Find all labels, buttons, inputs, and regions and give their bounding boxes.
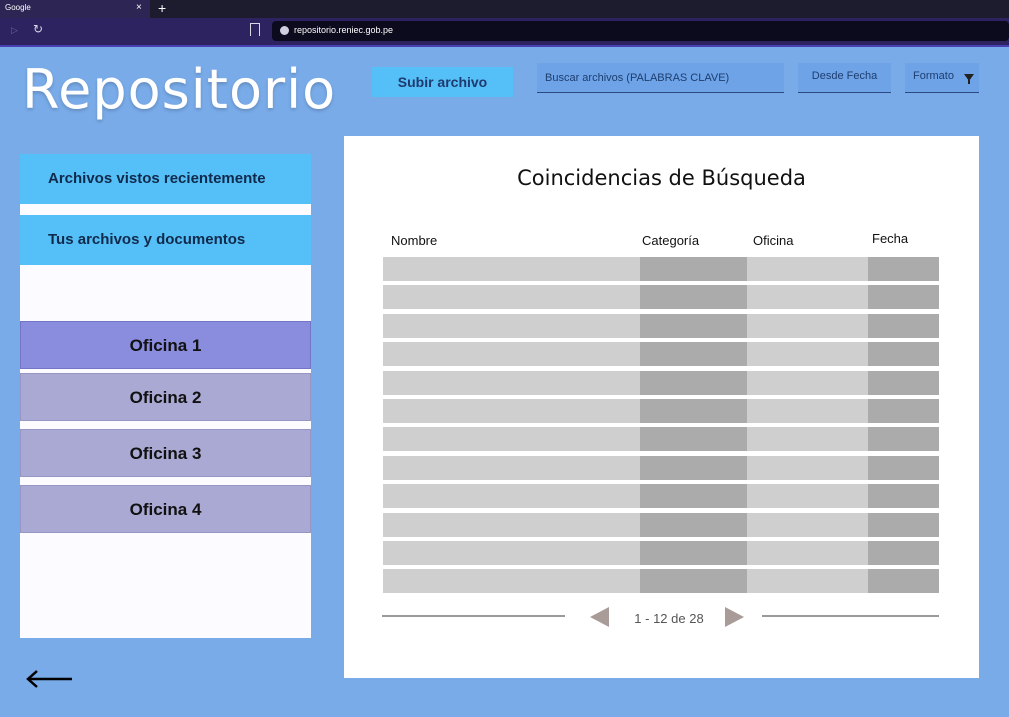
sidebar-item-office-2[interactable]: Oficina 2 [20, 373, 311, 421]
cell-date [868, 342, 939, 367]
cell-office [747, 427, 868, 452]
sidebar-item-my-files[interactable]: Tus archivos y documentos [20, 215, 311, 265]
cell-date [868, 484, 939, 509]
sidebar-item-office-3[interactable]: Oficina 3 [20, 429, 311, 477]
cell-category [640, 285, 747, 310]
browser-toolbar: ▷ ↻ repositorio.reniec.gob.pe [0, 18, 1009, 45]
format-label: Formato [913, 70, 954, 82]
search-input[interactable] [537, 63, 784, 93]
format-select[interactable]: Formato [905, 63, 979, 93]
table-row[interactable] [383, 541, 939, 565]
column-header-category[interactable]: Categoría [642, 233, 699, 248]
cell-date [868, 313, 939, 338]
cell-office [747, 484, 868, 509]
cell-date [868, 455, 939, 480]
pager-divider-left [382, 615, 565, 617]
table-row[interactable] [383, 455, 939, 480]
browser-tab-bar: Google × + [0, 0, 1009, 18]
cell-office [747, 569, 868, 594]
table-row[interactable] [383, 484, 939, 509]
sidebar-item-office-1[interactable]: Oficina 1 [20, 321, 311, 369]
cell-category [640, 541, 747, 565]
app-logo: Repositorio [22, 58, 337, 121]
table-row[interactable] [383, 512, 939, 537]
cell-date [868, 541, 939, 565]
cell-category [640, 455, 747, 480]
cell-name [383, 313, 640, 338]
cell-name [383, 512, 640, 537]
column-header-name[interactable]: Nombre [391, 233, 437, 248]
cell-date [868, 427, 939, 452]
next-page-icon[interactable] [725, 607, 744, 627]
cell-name [383, 427, 640, 452]
cell-name [383, 342, 640, 367]
results-title: Coincidencias de Búsqueda [517, 166, 806, 190]
previous-page-icon[interactable] [590, 607, 609, 627]
cell-category [640, 569, 747, 594]
table-row[interactable] [383, 399, 939, 423]
bookmark-icon[interactable] [250, 23, 260, 36]
cell-date [868, 370, 939, 395]
column-header-office[interactable]: Oficina [753, 233, 793, 248]
table-row[interactable] [383, 370, 939, 395]
cell-office [747, 541, 868, 565]
column-header-date[interactable]: Fecha [872, 231, 908, 246]
new-tab-icon[interactable]: + [158, 0, 166, 16]
cell-category [640, 257, 747, 281]
cell-name [383, 257, 640, 281]
pagination-text: 1 - 12 de 28 [634, 611, 704, 626]
cell-date [868, 569, 939, 594]
table-row[interactable] [383, 569, 939, 594]
cell-date [868, 399, 939, 423]
reload-icon[interactable]: ↻ [33, 22, 43, 36]
cell-office [747, 313, 868, 338]
cell-category [640, 399, 747, 423]
cell-date [868, 257, 939, 281]
cell-name [383, 455, 640, 480]
cell-category [640, 313, 747, 338]
cell-office [747, 257, 868, 281]
cell-category [640, 484, 747, 509]
cell-category [640, 370, 747, 395]
upload-button[interactable]: Subir archivo [372, 67, 513, 97]
sidebar-item-office-4[interactable]: Oficina 4 [20, 485, 311, 533]
browser-tab[interactable]: Google × [0, 0, 150, 18]
cell-category [640, 427, 747, 452]
site-info-icon[interactable] [280, 26, 289, 35]
cell-date [868, 285, 939, 310]
table-row[interactable] [383, 257, 939, 281]
cell-office [747, 342, 868, 367]
back-arrow-icon[interactable] [24, 668, 74, 690]
table-row[interactable] [383, 427, 939, 452]
cell-name [383, 285, 640, 310]
sidebar-item-recent[interactable]: Archivos vistos recientemente [20, 154, 311, 204]
table-row[interactable] [383, 313, 939, 338]
address-bar[interactable]: repositorio.reniec.gob.pe [272, 21, 1009, 41]
chevron-down-icon [964, 74, 974, 84]
url-text: repositorio.reniec.gob.pe [294, 25, 394, 35]
cell-name [383, 484, 640, 509]
cell-name [383, 569, 640, 594]
cell-office [747, 285, 868, 310]
cell-office [747, 370, 868, 395]
cell-date [868, 512, 939, 537]
cell-name [383, 541, 640, 565]
cell-office [747, 399, 868, 423]
results-panel: Coincidencias de Búsqueda Nombre Categor… [344, 136, 979, 678]
toolbar-divider [0, 45, 1009, 47]
table-row[interactable] [383, 342, 939, 367]
table-row[interactable] [383, 285, 939, 310]
cell-category [640, 512, 747, 537]
tab-title: Google [5, 3, 31, 12]
pager-divider-right [762, 615, 939, 617]
cell-name [383, 370, 640, 395]
forward-icon[interactable]: ▷ [11, 25, 18, 36]
cell-name [383, 399, 640, 423]
date-from-field[interactable]: Desde Fecha [798, 63, 891, 93]
sidebar: Archivos vistos recientemente Tus archiv… [20, 154, 311, 638]
tab-close-icon[interactable]: × [136, 2, 142, 14]
cell-office [747, 512, 868, 537]
cell-office [747, 455, 868, 480]
cell-category [640, 342, 747, 367]
